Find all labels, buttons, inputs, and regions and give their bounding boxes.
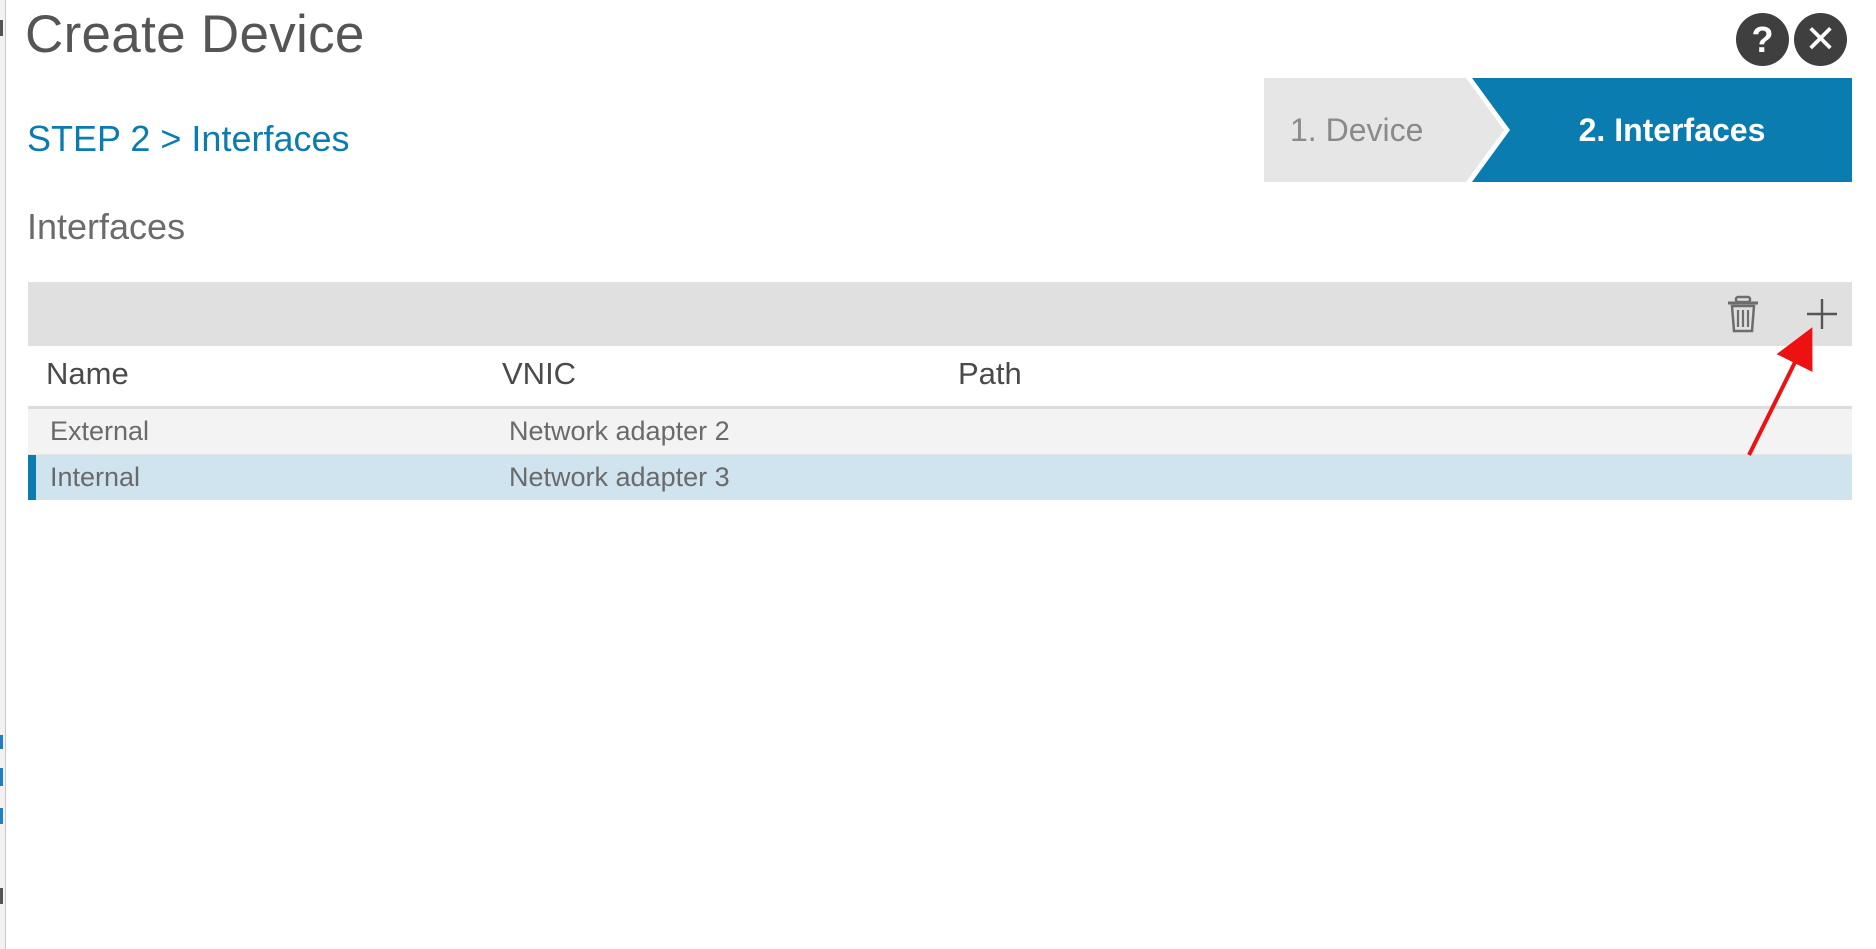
table-toolbar [28,282,1852,346]
wizard-step-label: 2. Interfaces [1578,111,1766,148]
cell-name: Internal [50,462,141,492]
dialog-title: Create Device [25,5,365,64]
close-button[interactable]: ✕ [1794,13,1847,66]
plus-icon-graphic [1807,299,1837,329]
trash-icon[interactable] [1719,290,1767,338]
edge-mark [0,20,3,36]
step-heading: STEP 2 > Interfaces [27,118,350,159]
window-left-edge [0,0,6,949]
table-row[interactable]: External Network adapter 2 [28,409,1852,455]
wizard-steps: 1. Device 2. Interfaces [1264,78,1852,182]
edge-mark [0,808,3,824]
wizard-step-interfaces[interactable]: 2. Interfaces [1472,78,1852,182]
trash-icon-graphic [1728,295,1758,333]
help-button[interactable]: ? [1736,13,1789,66]
column-header-name[interactable]: Name [46,356,129,392]
interfaces-table: Name VNIC Path External Network adapter … [28,346,1852,500]
edge-mark [0,768,3,786]
cell-vnic: Network adapter 2 [509,416,730,446]
cell-name: External [50,416,150,446]
wizard-step-label: 1. Device [1290,111,1424,148]
help-icon: ? [1751,18,1774,60]
column-header-path[interactable]: Path [958,356,1022,392]
column-header-vnic[interactable]: VNIC [502,356,576,392]
cell-vnic: Network adapter 3 [509,462,730,492]
table-header: Name VNIC Path [28,346,1852,409]
table-row-selected[interactable]: Internal Network adapter 3 [28,455,1852,500]
section-title: Interfaces [27,206,186,247]
close-icon: ✕ [1804,19,1837,61]
edge-mark [0,735,3,749]
plus-icon[interactable] [1798,290,1846,338]
edge-mark [0,888,3,904]
